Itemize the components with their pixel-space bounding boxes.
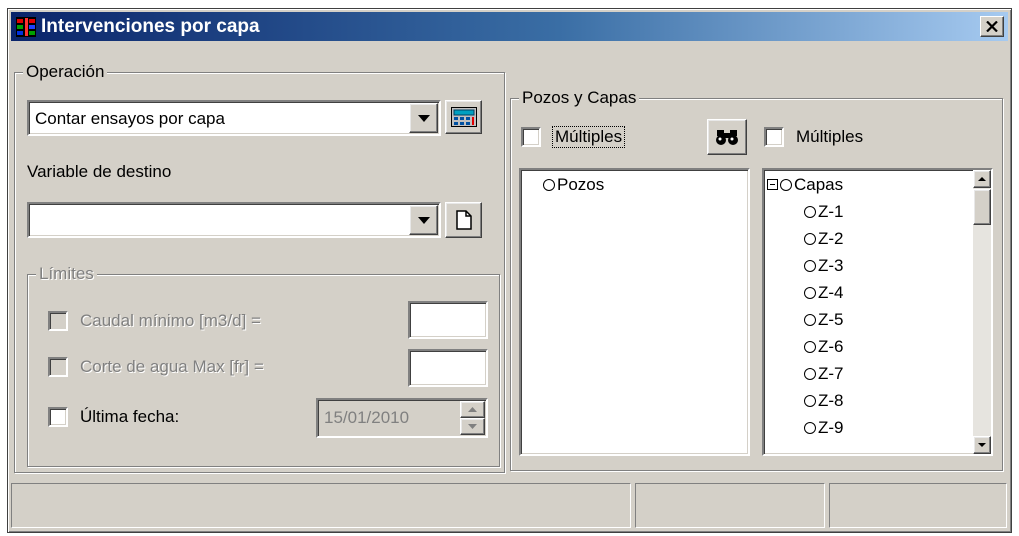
node-circle-icon	[804, 395, 816, 407]
node-circle-icon	[804, 287, 816, 299]
target-variable-select[interactable]	[27, 202, 441, 238]
target-variable-label: Variable de destino	[27, 162, 172, 181]
capa-label: Z-6	[818, 337, 844, 356]
window-title: Intervenciones por capa	[41, 16, 260, 37]
arrow-down-icon	[978, 443, 986, 447]
date-value: 15/01/2010	[324, 408, 410, 427]
caudal-input[interactable]	[408, 301, 488, 339]
multiples-right-checkbox[interactable]	[764, 127, 784, 147]
capas-root-label: Capas	[794, 175, 844, 194]
capa-node[interactable]: Z-2	[804, 228, 844, 250]
status-panel-middle	[635, 483, 825, 528]
node-circle-icon	[804, 368, 816, 380]
scroll-down-button[interactable]	[973, 436, 991, 454]
capas-tree[interactable]: Capas Z-1 Z-2 Z-3 Z-4 Z-5 Z-6 Z-7 Z-8 Z-…	[762, 168, 993, 456]
caudal-label: Caudal mínimo [m3/d] =	[80, 311, 261, 330]
capa-node[interactable]: Z-1	[804, 201, 844, 223]
capa-node[interactable]: Z-3	[804, 255, 844, 277]
pozos-root-node[interactable]: Pozos	[543, 174, 604, 196]
pozos-capas-legend: Pozos y Capas	[519, 87, 640, 109]
new-variable-button[interactable]	[445, 202, 482, 238]
capa-node[interactable]: Z-7	[804, 363, 844, 385]
arrow-up-icon	[468, 407, 477, 412]
status-panel-right	[829, 483, 1007, 528]
corte-checkbox[interactable]	[48, 357, 68, 377]
arrow-up-icon	[978, 177, 986, 181]
capa-label: Z-5	[818, 310, 844, 329]
caudal-checkbox[interactable]	[48, 311, 68, 331]
capa-label: Z-9	[818, 418, 844, 437]
node-circle-icon	[780, 179, 792, 191]
ultima-fecha-checkbox[interactable]	[48, 407, 68, 427]
capa-node[interactable]: Z-5	[804, 309, 844, 331]
corte-input[interactable]	[408, 349, 488, 387]
capas-scrollbar[interactable]	[973, 170, 991, 454]
operation-select[interactable]: Contar ensayos por capa	[27, 100, 441, 136]
capas-root-node[interactable]: Capas	[767, 174, 843, 196]
chevron-down-icon	[417, 114, 430, 122]
node-circle-icon	[804, 206, 816, 218]
arrow-down-icon	[468, 424, 477, 429]
node-circle-icon	[804, 314, 816, 326]
ultima-fecha-label: Última fecha:	[80, 407, 180, 426]
capa-label: Z-3	[818, 256, 844, 275]
operation-select-value: Contar ensayos por capa	[35, 109, 225, 128]
node-circle-icon	[804, 422, 816, 434]
corte-label: Corte de agua Max [fr] =	[80, 357, 264, 376]
dialog-window: Intervenciones por capa Operación Contar…	[7, 8, 1012, 533]
date-picker[interactable]: 15/01/2010	[316, 398, 488, 438]
capa-label: Z-1	[818, 202, 844, 221]
pozos-tree[interactable]: Pozos	[519, 168, 750, 456]
node-circle-icon	[804, 260, 816, 272]
multiples-right-label: Múltiples	[796, 127, 864, 146]
chevron-down-icon	[417, 216, 430, 224]
limites-legend: Límites	[36, 263, 97, 285]
date-spin-up[interactable]	[460, 401, 485, 418]
pozos-root-label: Pozos	[557, 175, 605, 194]
node-circle-icon	[804, 233, 816, 245]
date-spin-down[interactable]	[460, 418, 485, 435]
calculator-button[interactable]	[445, 100, 482, 134]
collapse-icon[interactable]	[767, 179, 778, 190]
capa-node[interactable]: Z-6	[804, 336, 844, 358]
capa-node[interactable]: Z-9	[804, 417, 844, 439]
node-circle-icon	[804, 341, 816, 353]
app-icon	[16, 17, 36, 37]
title-bar[interactable]: Intervenciones por capa	[11, 12, 1008, 41]
scroll-thumb[interactable]	[973, 189, 991, 225]
capa-label: Z-4	[818, 283, 844, 302]
binoculars-icon	[716, 130, 738, 145]
close-button[interactable]	[980, 16, 1004, 37]
capa-label: Z-8	[818, 391, 844, 410]
capa-node[interactable]: Z-4	[804, 282, 844, 304]
operacion-legend: Operación	[23, 61, 108, 83]
multiples-left-label: Múltiples	[552, 126, 626, 148]
multiples-left-checkbox[interactable]	[521, 127, 541, 147]
close-icon	[986, 21, 998, 32]
new-document-icon	[455, 210, 472, 230]
scroll-up-button[interactable]	[973, 170, 991, 188]
status-panel-main	[11, 483, 631, 528]
capa-label: Z-7	[818, 364, 844, 383]
capa-node[interactable]: Z-8	[804, 390, 844, 412]
target-dropdown-button[interactable]	[409, 205, 438, 235]
capa-label: Z-2	[818, 229, 844, 248]
find-button[interactable]	[707, 119, 747, 155]
node-circle-icon	[543, 179, 555, 191]
calculator-icon	[450, 107, 477, 127]
operation-dropdown-button[interactable]	[409, 103, 438, 133]
